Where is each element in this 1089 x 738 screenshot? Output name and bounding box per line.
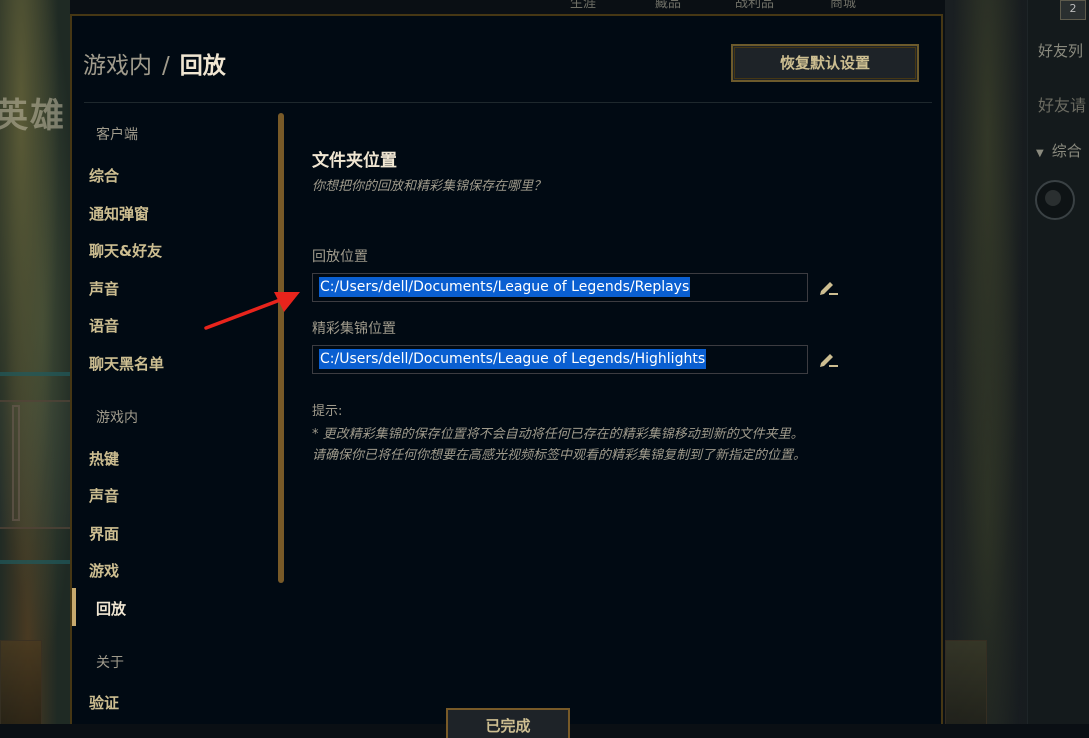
nav-item-chat-friends[interactable]: 聊天&好友 <box>89 240 162 261</box>
background-strip <box>0 560 70 564</box>
background-card-frame <box>12 405 20 521</box>
edit-pencil-icon[interactable] <box>817 348 839 370</box>
top-nav-item[interactable]: 商城 <box>830 0 856 11</box>
hint-body: * 更改精彩集锦的保存位置将不会自动将任何已存在的精彩集锦移动到新的文件夹里。请… <box>312 427 807 463</box>
settings-nav: 客户端 综合 通知弹窗 聊天&好友 声音 语音 聊天黑名单 游戏内 热键 声音 … <box>72 102 292 722</box>
nav-active-indicator <box>72 588 76 626</box>
background-thumbnail <box>0 640 42 724</box>
background-thumbnail <box>945 640 987 724</box>
top-nav-item[interactable]: 生涯 <box>570 0 596 11</box>
breadcrumb-parent: 游戏内 <box>83 53 152 79</box>
background-strip <box>0 372 70 376</box>
hint-title: 提示: <box>312 404 343 419</box>
nav-item-interface[interactable]: 界面 <box>89 523 119 544</box>
nav-group-client: 客户端 <box>96 127 138 143</box>
nav-scrollbar[interactable] <box>278 113 284 583</box>
top-nav-item[interactable]: 战利品 <box>735 0 774 11</box>
background-card <box>0 400 72 529</box>
friends-group-label: 综合 <box>1051 142 1082 160</box>
nav-group-ingame: 游戏内 <box>96 410 138 426</box>
triangle-down-icon: ▼ <box>1036 148 1044 159</box>
background-top-nav: 生涯 藏品 战利品 商城 <box>540 0 920 11</box>
replay-location-label: 回放位置 <box>312 249 368 265</box>
highlight-path-input[interactable]: C:/Users/dell/Documents/League of Legend… <box>312 345 808 374</box>
friend-requests[interactable]: 好友请 <box>1038 92 1086 116</box>
nav-item-notifications[interactable]: 通知弹窗 <box>89 203 149 224</box>
nav-item-game[interactable]: 游戏 <box>89 560 119 581</box>
friends-list-header: 好友列 <box>1038 42 1084 60</box>
friends-group[interactable]: ▼ 综合 <box>1036 140 1082 161</box>
level-badge: 2 <box>1060 0 1086 20</box>
highlight-path-value: C:/Users/dell/Documents/League of Legend… <box>319 349 707 369</box>
edit-pencil-icon[interactable] <box>817 276 839 298</box>
nav-item-client-sound[interactable]: 声音 <box>89 278 119 299</box>
annotation-arrow-icon <box>204 292 300 330</box>
section-subtitle: 你想把你的回放和精彩集锦保存在哪里？ <box>312 179 547 194</box>
nav-item-hotkeys[interactable]: 热键 <box>89 448 119 469</box>
replay-path-value: C:/Users/dell/Documents/League of Legend… <box>319 277 691 297</box>
done-button[interactable]: 已完成 <box>446 708 570 738</box>
nav-item-general[interactable]: 综合 <box>89 165 119 186</box>
top-nav-item[interactable]: 藏品 <box>655 0 681 11</box>
nav-item-replays[interactable]: 回放 <box>96 598 126 619</box>
background-title: 英雄 <box>0 96 66 136</box>
nav-group-about: 关于 <box>96 655 124 671</box>
page-title: 回放 <box>179 53 226 79</box>
nav-item-ingame-sound[interactable]: 声音 <box>89 485 119 506</box>
nav-item-voice[interactable]: 语音 <box>89 315 119 336</box>
avatar[interactable] <box>1035 180 1075 220</box>
breadcrumb: 游戏内 / 回放 <box>83 46 226 80</box>
restore-defaults-button[interactable]: 恢复默认设置 <box>731 44 919 82</box>
background-art <box>945 0 1030 724</box>
nav-item-verification[interactable]: 验证 <box>89 692 119 713</box>
replay-path-input[interactable]: C:/Users/dell/Documents/League of Legend… <box>312 273 808 302</box>
highlight-location-label: 精彩集锦位置 <box>312 321 396 337</box>
nav-item-chat-blocklist[interactable]: 聊天黑名单 <box>89 353 164 374</box>
breadcrumb-separator: / <box>162 53 170 79</box>
settings-modal: 游戏内 / 回放 恢复默认设置 客户端 综合 通知弹窗 聊天&好友 声音 语音 聊天… <box>70 14 943 738</box>
section-title: 文件夹位置 <box>312 151 397 171</box>
